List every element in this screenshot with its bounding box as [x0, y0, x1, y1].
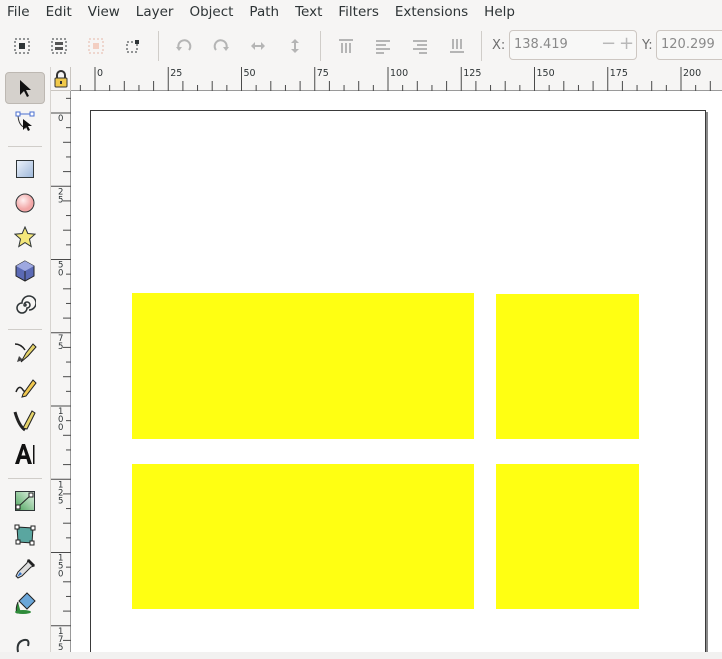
flip-horizontal-icon[interactable]: [246, 34, 270, 58]
rectangle-icon: [16, 160, 34, 178]
spiral-icon: [16, 295, 36, 314]
star-tool[interactable]: [5, 221, 45, 253]
pencil-tool[interactable]: [5, 370, 45, 402]
ruler-top-label: 100: [390, 68, 408, 79]
ruler-top-label: 75: [317, 68, 329, 79]
vertical-ruler: 0255075100125150175: [51, 91, 71, 653]
toolbox: [0, 67, 51, 653]
x-coordinate-field[interactable]: 138.419: [509, 30, 637, 60]
menu-filters[interactable]: Filters: [330, 0, 386, 25]
x-label: X:: [492, 38, 506, 53]
text-icon: [15, 444, 35, 464]
node-icon: [15, 111, 35, 131]
ruler-top-label: 150: [537, 68, 555, 79]
menu-file[interactable]: File: [0, 0, 38, 25]
flip-vertical-icon[interactable]: [283, 34, 307, 58]
ruler-left-label: 0: [58, 423, 63, 433]
rotate-ccw-icon[interactable]: [172, 34, 196, 58]
star-icon: [14, 226, 36, 248]
command-toolbar: X: 138.419 − + Y: 120.299: [0, 25, 722, 68]
paint-bucket-tool[interactable]: [5, 587, 45, 619]
tweak-tool[interactable]: [5, 627, 45, 659]
tweak-icon: [16, 638, 30, 653]
selector-tool[interactable]: [5, 72, 45, 104]
menu-extensions[interactable]: Extensions: [387, 0, 476, 25]
yellow-rectangle-small-top[interactable]: [496, 294, 639, 439]
ruler-left-label: 0: [58, 570, 63, 580]
node-tool[interactable]: [5, 105, 45, 137]
pencil-icon: [15, 379, 37, 398]
invert-selection-icon[interactable]: [84, 34, 108, 58]
raise-to-top-icon[interactable]: [334, 34, 358, 58]
ruler-left-label: 0: [58, 114, 63, 124]
menu-object[interactable]: Object: [181, 0, 241, 25]
x-value: 138.419: [514, 37, 568, 52]
menubar: File Edit View Layer Object Path Text Fi…: [0, 0, 722, 25]
3d-box-tool[interactable]: [5, 255, 45, 287]
menu-view[interactable]: View: [80, 0, 128, 25]
mesh-icon: [14, 524, 36, 546]
ruler-left-label: 5: [58, 496, 63, 506]
text-tool[interactable]: [5, 438, 45, 470]
ruler-left-label: 0: [58, 269, 63, 279]
ruler-top-label: 0: [97, 68, 103, 79]
dropper-tool[interactable]: [5, 553, 45, 585]
rotate-cw-icon[interactable]: [209, 34, 233, 58]
ellipse-tool[interactable]: [5, 187, 45, 219]
y-label: Y:: [642, 38, 653, 53]
menu-help[interactable]: Help: [476, 0, 523, 25]
raise-icon[interactable]: [371, 34, 395, 58]
3d-box-icon: [15, 260, 35, 282]
select-all-layers-icon[interactable]: [47, 34, 71, 58]
arrow-cursor-icon: [20, 80, 31, 97]
menu-layer[interactable]: Layer: [128, 0, 182, 25]
horizontal-ruler: 0 25 50 75 100 125 150 175 200: [71, 67, 722, 91]
ruler-top-label: 125: [463, 68, 481, 79]
drawing-canvas[interactable]: [71, 91, 722, 652]
dropper-icon: [15, 559, 35, 579]
y-coordinate-field[interactable]: 120.299: [656, 30, 722, 60]
ellipse-icon: [15, 193, 35, 213]
menu-edit[interactable]: Edit: [38, 0, 80, 25]
rectangle-tool[interactable]: [5, 153, 45, 185]
yellow-rectangle-large-bottom[interactable]: [132, 464, 474, 609]
yellow-rectangle-large-top[interactable]: [132, 293, 474, 439]
pen-icon: [14, 343, 37, 363]
lock-icon[interactable]: [52, 68, 70, 90]
spiral-tool[interactable]: [5, 289, 45, 321]
mesh-tool[interactable]: [5, 519, 45, 551]
paint-bucket-icon: [15, 592, 36, 614]
calligraphy-tool[interactable]: [5, 404, 45, 436]
menu-text[interactable]: Text: [287, 0, 330, 25]
gradient-icon: [15, 491, 35, 511]
deselect-icon[interactable]: [121, 34, 145, 58]
ruler-left-label: 5: [58, 342, 63, 352]
ruler-left-label: 5: [58, 643, 63, 652]
lower-to-bottom-icon[interactable]: [445, 34, 469, 58]
yellow-rectangle-small-bottom[interactable]: [496, 464, 639, 609]
gradient-tool[interactable]: [5, 485, 45, 517]
ruler-top-label: 50: [244, 68, 256, 79]
ruler-corner: [51, 67, 71, 91]
menu-path[interactable]: Path: [241, 0, 287, 25]
calligraphy-icon: [13, 410, 36, 432]
y-value: 120.299: [661, 37, 715, 52]
x-increment-icon[interactable]: +: [619, 33, 634, 54]
select-all-icon[interactable]: [10, 34, 34, 58]
ruler-top-label: 25: [170, 68, 182, 79]
ruler-top-label: 175: [610, 68, 628, 79]
ruler-top-label: 200: [683, 68, 701, 79]
ruler-left-label: 5: [58, 195, 63, 205]
pen-tool[interactable]: [5, 336, 45, 368]
x-decrement-icon[interactable]: −: [601, 33, 616, 54]
lower-icon[interactable]: [408, 34, 432, 58]
